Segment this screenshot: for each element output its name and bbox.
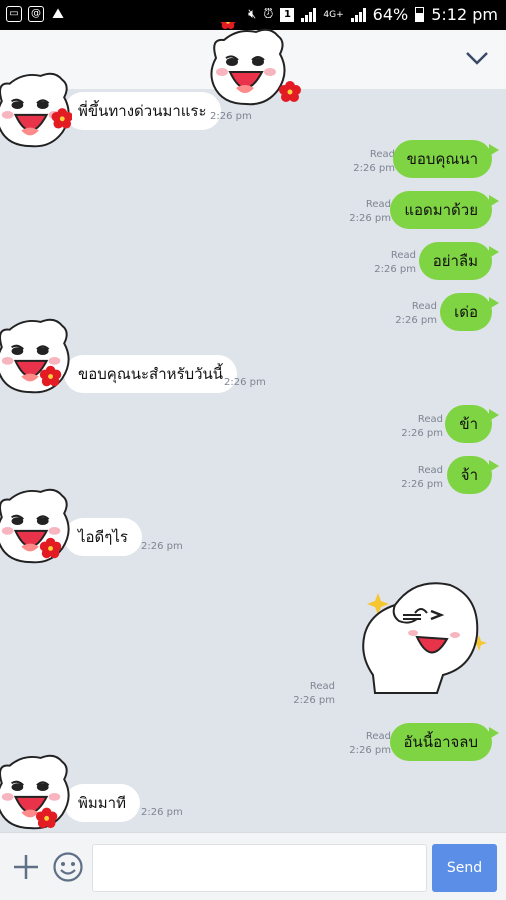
outgoing-message-bubble[interactable]: เด่อ — [440, 293, 499, 331]
read-receipt: Read 2:26 pm — [293, 681, 335, 706]
outgoing-message-bubble[interactable]: แอดมาด้วย — [390, 191, 499, 229]
incoming-message-bubble[interactable]: ขอบคุณนะสำหรับวันนี้ — [64, 355, 238, 393]
message-text: ขอบคุณนะสำหรับวันนี้ — [78, 365, 224, 383]
add-icon[interactable] — [12, 853, 40, 881]
message-list[interactable]: พี่ขึ้นทางด่วนมาแระ 2:26 pm Read 2:26 pm … — [0, 72, 506, 832]
gallery-icon: ⛰ — [52, 6, 64, 22]
message-text: แอดมาด้วย — [404, 201, 478, 219]
incoming-message-bubble[interactable]: ไอดีๆไร — [64, 518, 142, 556]
sim-badge: 1 — [280, 7, 295, 22]
message-input[interactable] — [92, 844, 427, 892]
message-text: อย่าลืม — [432, 252, 478, 270]
read-receipt: Read 2:26 pm — [353, 149, 395, 174]
message-text: จ้า — [460, 466, 478, 484]
message-text: พี่ขึ้นทางด่วนมาแระ — [78, 102, 207, 120]
contact-avatar-top — [210, 22, 301, 106]
message-input-bar: Send — [0, 832, 506, 900]
message-time: 2:26 pm — [210, 111, 252, 122]
message-icon: ▭ — [6, 6, 22, 22]
send-button[interactable]: Send — [432, 844, 497, 892]
outgoing-message-bubble[interactable]: อย่าลืม — [418, 242, 500, 280]
battery-percent: 64% — [372, 5, 409, 24]
contact-avatar[interactable] — [0, 754, 72, 832]
message-text: อันนี้อาจลบ — [403, 733, 478, 751]
signal-icon — [301, 7, 317, 22]
contact-avatar[interactable] — [0, 488, 72, 566]
read-receipt: Read 2:26 pm — [349, 731, 391, 756]
contact-avatar[interactable] — [0, 318, 72, 396]
network-type: 4G+ — [323, 9, 344, 20]
notification-icons: ▭ @ ⛰ — [6, 6, 66, 22]
emoji-icon[interactable] — [52, 851, 84, 883]
signal-icon-2 — [350, 7, 366, 22]
contact-avatar[interactable] — [0, 72, 72, 150]
outgoing-message-bubble[interactable]: ข้า — [445, 405, 499, 443]
message-text: ข้า — [459, 415, 478, 433]
read-receipt: Read 2:26 pm — [401, 414, 443, 439]
message-text: เด่อ — [454, 303, 478, 321]
message-text: พิมมาที — [78, 794, 126, 812]
message-text: ไอดีๆไร — [78, 528, 128, 546]
incoming-message-bubble[interactable]: พิมมาที — [64, 784, 140, 822]
wink-sticker[interactable] — [355, 575, 490, 705]
alarm-icon: ⏰︎ — [263, 7, 274, 22]
at-sign-icon: @ — [28, 6, 44, 22]
read-receipt: Read 2:26 pm — [401, 465, 443, 490]
read-receipt: Read 2:26 pm — [395, 301, 437, 326]
message-text: ขอบคุณนา — [406, 150, 478, 168]
message-time: 2:26 pm — [224, 377, 266, 388]
incoming-message-bubble[interactable]: พี่ขึ้นทางด่วนมาแระ — [64, 92, 221, 130]
outgoing-message-bubble[interactable]: จ้า — [446, 456, 500, 494]
message-time: 2:26 pm — [141, 807, 183, 818]
outgoing-message-bubble[interactable]: อันนี้อาจลบ — [389, 723, 500, 761]
clock: 5:12 pm — [431, 5, 498, 24]
read-receipt: Read 2:26 pm — [374, 250, 416, 275]
mute-icon: 🔇︎ — [248, 7, 257, 22]
read-receipt: Read 2:26 pm — [349, 199, 391, 224]
battery-icon — [415, 7, 425, 22]
outgoing-message-bubble[interactable]: ขอบคุณนา — [392, 140, 500, 178]
chevron-down-icon[interactable] — [464, 48, 490, 68]
message-time: 2:26 pm — [141, 541, 183, 552]
